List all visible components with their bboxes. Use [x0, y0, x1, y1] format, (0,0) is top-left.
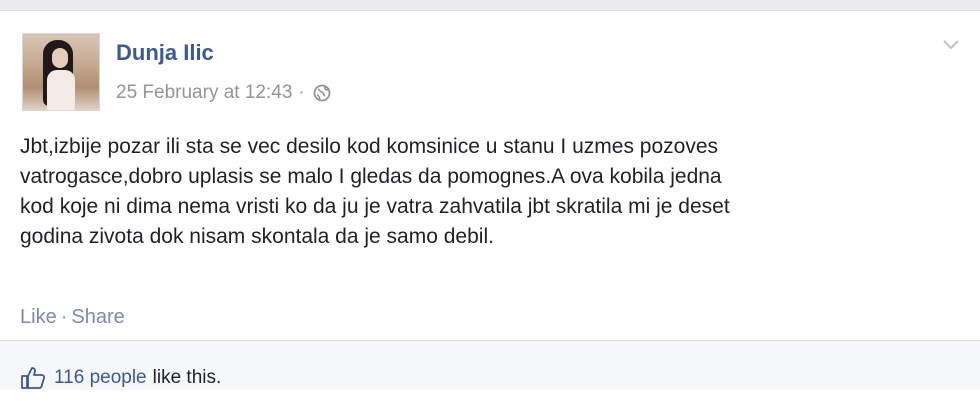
post-text-line: vatrogasce,dobro uplasis se malo I gleda…	[20, 165, 722, 188]
post-text-line: Jbt,izbije pozar ili sta se vec desilo k…	[20, 135, 718, 158]
likes-suffix: like this.	[152, 367, 222, 388]
author-name[interactable]: Dunja Ilic	[116, 40, 214, 66]
chevron-down-icon[interactable]	[942, 38, 960, 52]
avatar-body	[47, 70, 75, 110]
thumbs-up-icon	[20, 366, 46, 390]
like-button[interactable]: Like	[20, 306, 57, 328]
meta-separator: ·	[298, 82, 305, 103]
avatar[interactable]	[22, 33, 100, 111]
post-text-line: godina zivota dok nisam skontala da je s…	[20, 225, 494, 248]
actions-separator: ·	[60, 306, 68, 328]
avatar-face	[52, 48, 68, 68]
post-text: Jbt,izbije pozar ili sta se vec desilo k…	[20, 132, 960, 252]
post-timestamp[interactable]: 25 February at 12:43	[116, 82, 292, 104]
post-actions: Like · Share	[20, 306, 125, 329]
likes-count-link[interactable]: 116 people	[54, 367, 147, 389]
post-meta: 25 February at 12:43 ·	[116, 82, 331, 104]
likes-summary: 116 people like this.	[20, 366, 221, 390]
post-text-line: kod koje ni dima nema vristi ko da ju je…	[20, 195, 730, 218]
share-button[interactable]: Share	[71, 306, 124, 328]
globe-icon[interactable]	[313, 84, 331, 102]
